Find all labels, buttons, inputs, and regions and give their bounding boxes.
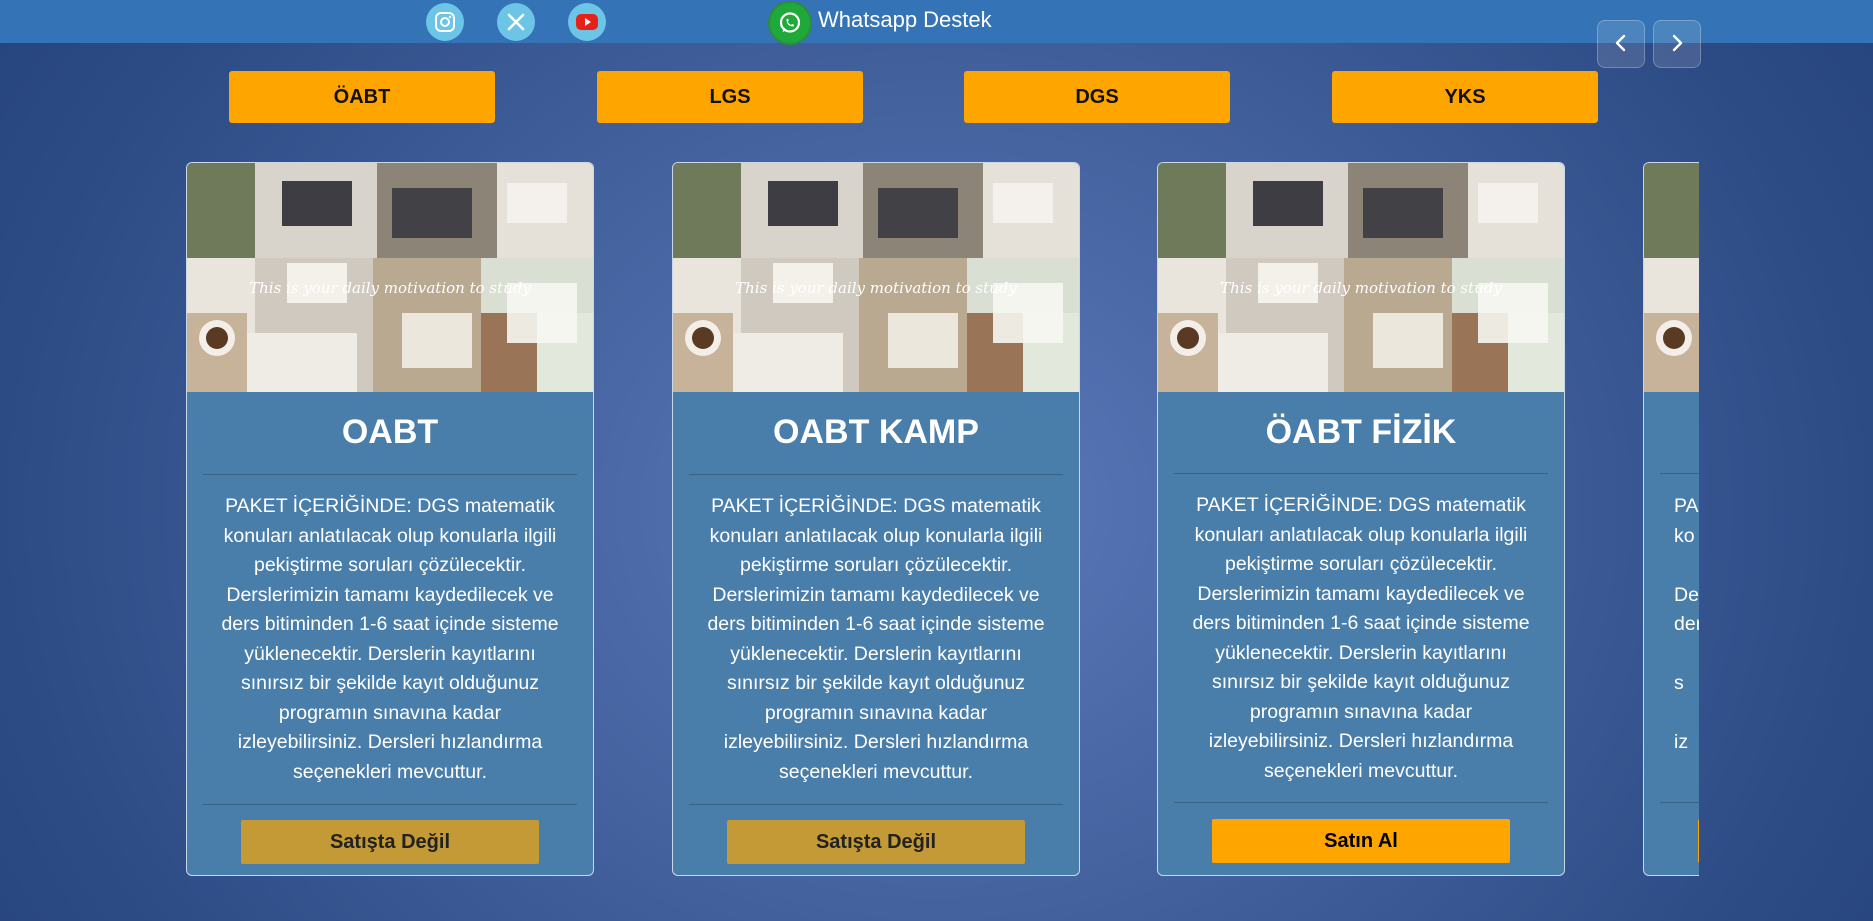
package-title: OABT KAMP <box>773 413 979 451</box>
image-caption: This is your daily motivation to study <box>735 279 1017 297</box>
divider <box>689 804 1063 805</box>
package-card: PA ko De der s iz <box>1643 162 1699 876</box>
package-card: This is your daily motivation to study O… <box>186 162 594 876</box>
package-image: This is your daily motivation to study <box>1158 163 1564 392</box>
carousel-prev-button[interactable] <box>1597 20 1645 68</box>
buy-button[interactable] <box>1698 819 1699 863</box>
image-caption: This is your daily motivation to study <box>249 279 531 297</box>
package-card: This is your daily motivation to study Ö… <box>1157 162 1565 876</box>
package-description: PA ko De der s iz <box>1674 495 1699 753</box>
divider <box>1660 473 1699 474</box>
not-for-sale-button[interactable]: Satışta Değil <box>727 820 1025 864</box>
carousel-next-button[interactable] <box>1653 20 1701 68</box>
divider <box>689 474 1063 475</box>
divider <box>1660 802 1699 803</box>
package-description: PAKET İÇERİĞİNDE: DGS matematik konuları… <box>1192 494 1530 782</box>
x-twitter-link[interactable] <box>497 3 535 41</box>
package-card: This is your daily motivation to study O… <box>672 162 1080 876</box>
package-title: OABT <box>341 413 439 451</box>
instagram-link[interactable] <box>426 3 464 41</box>
category-yks-button[interactable]: YKS <box>1332 71 1598 123</box>
package-image: This is your daily motivation to study <box>673 163 1079 392</box>
package-title: ÖABT FİZİK <box>1265 413 1457 451</box>
divider <box>203 474 577 475</box>
image-caption: This is your daily motivation to study <box>1220 279 1502 297</box>
chevron-left-icon <box>1613 29 1629 60</box>
x-twitter-icon <box>506 12 526 32</box>
package-description: PAKET İÇERİĞİNDE: DGS matematik konuları… <box>707 495 1045 783</box>
youtube-link[interactable] <box>568 3 606 41</box>
package-carousel: This is your daily motivation to study O… <box>186 162 1699 877</box>
package-image: This is your daily motivation to study <box>187 163 593 392</box>
category-dgs-button[interactable]: DGS <box>964 71 1230 123</box>
category-oabt-button[interactable]: ÖABT <box>229 71 495 123</box>
whatsapp-support-link[interactable]: Whatsapp Destek <box>770 3 992 43</box>
instagram-icon <box>434 11 456 33</box>
chevron-right-icon <box>1669 29 1685 60</box>
youtube-icon <box>575 13 599 31</box>
package-image <box>1644 163 1699 392</box>
whatsapp-icon <box>770 3 810 43</box>
not-for-sale-button[interactable]: Satışta Değil <box>241 820 539 864</box>
divider <box>203 804 577 805</box>
buy-button[interactable]: Satın Al <box>1212 819 1510 863</box>
package-description: PAKET İÇERİĞİNDE: DGS matematik konuları… <box>221 495 559 783</box>
divider <box>1174 473 1548 474</box>
top-bar: Whatsapp Destek <box>0 0 1873 43</box>
category-lgs-button[interactable]: LGS <box>597 71 863 123</box>
whatsapp-support-label: Whatsapp Destek <box>818 7 992 32</box>
divider <box>1174 802 1548 803</box>
